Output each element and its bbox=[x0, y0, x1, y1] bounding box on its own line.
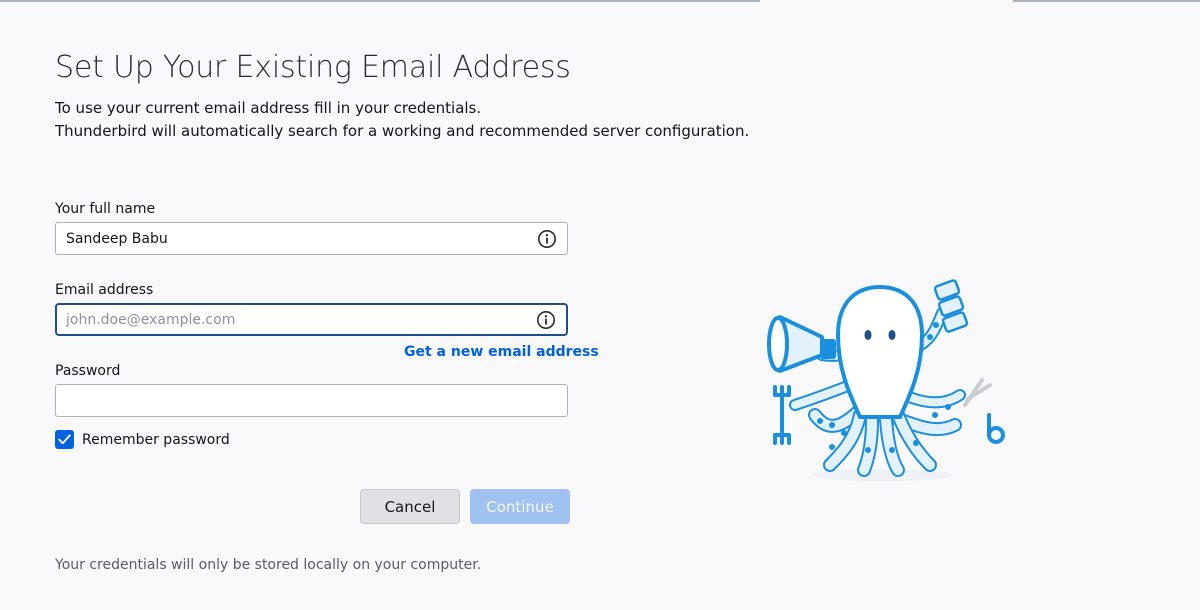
intro-text-line-2: Thunderbird will automatically search fo… bbox=[55, 122, 750, 140]
password-field-wrapper bbox=[55, 384, 568, 417]
intro-text-line-1: To use your current email address fill i… bbox=[55, 99, 482, 117]
full-name-field-wrapper bbox=[55, 222, 568, 255]
active-tab-gap bbox=[760, 0, 1013, 2]
continue-button[interactable]: Continue bbox=[470, 489, 570, 524]
email-field-wrapper bbox=[55, 303, 568, 336]
password-input[interactable] bbox=[56, 385, 567, 416]
get-new-email-link[interactable]: Get a new email address bbox=[404, 344, 599, 360]
remember-password-row: Remember password bbox=[55, 430, 230, 449]
octopus-mascot-illustration bbox=[767, 279, 1005, 481]
credentials-note: Your credentials will only be stored loc… bbox=[55, 557, 482, 573]
password-label: Password bbox=[55, 363, 121, 379]
email-input[interactable] bbox=[57, 305, 566, 334]
full-name-input[interactable] bbox=[56, 223, 567, 254]
page-title: Set Up Your Existing Email Address bbox=[55, 50, 571, 85]
full-name-label: Your full name bbox=[55, 201, 156, 217]
info-icon[interactable] bbox=[536, 310, 556, 330]
checkmark-icon bbox=[58, 434, 71, 445]
info-icon[interactable] bbox=[537, 229, 557, 249]
window-top-strip bbox=[0, 0, 1200, 2]
remember-password-checkbox[interactable] bbox=[55, 430, 74, 449]
cancel-button[interactable]: Cancel bbox=[360, 489, 460, 524]
remember-password-label[interactable]: Remember password bbox=[82, 432, 230, 448]
email-address-label: Email address bbox=[55, 282, 154, 298]
